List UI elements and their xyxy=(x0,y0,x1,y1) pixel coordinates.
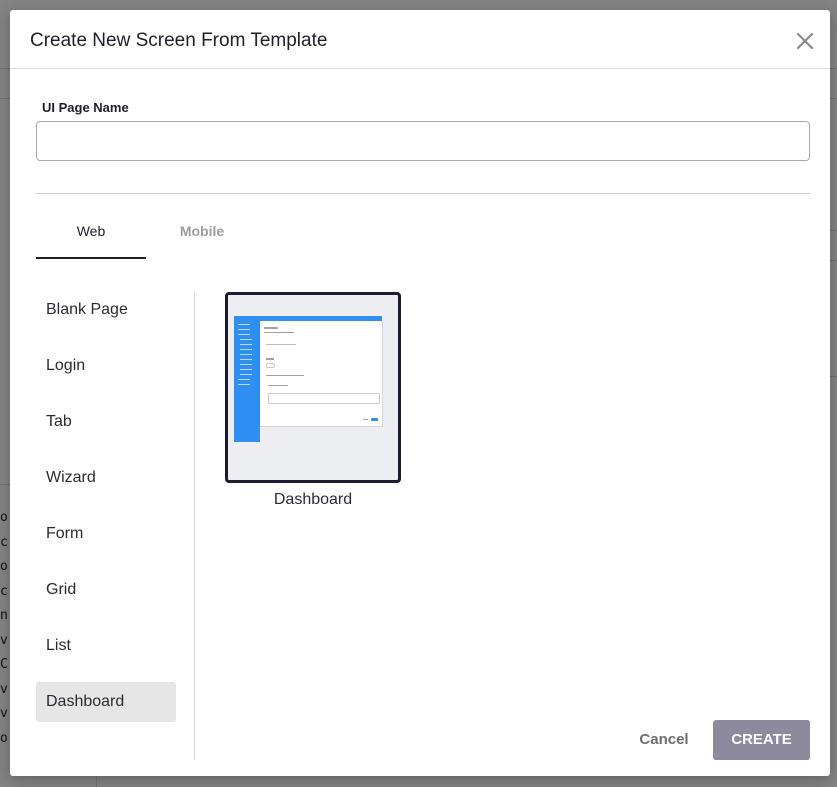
thumbnail-sidebar-item xyxy=(240,359,252,360)
dialog-title: Create New Screen From Template xyxy=(30,30,328,51)
thumbnail-sidebar-item xyxy=(240,369,252,370)
thumbnail-text-row xyxy=(266,375,304,376)
template-caption-dashboard: Dashboard xyxy=(273,491,353,508)
thumbnail-sidebar-item xyxy=(240,374,252,375)
close-icon[interactable] xyxy=(794,30,816,52)
dashboard-thumbnail xyxy=(228,295,398,480)
thumbnail-label xyxy=(266,358,274,360)
section-divider xyxy=(36,193,810,194)
tab-mobile[interactable]: Mobile xyxy=(147,217,257,259)
category-tab[interactable]: Tab xyxy=(36,402,176,442)
category-dashboard[interactable]: Dashboard xyxy=(36,682,176,722)
cancel-button[interactable]: Cancel xyxy=(628,721,700,759)
thumbnail-sidebar xyxy=(234,316,260,442)
thumbnail-sidebar-item xyxy=(240,339,252,340)
dialog-header: Create New Screen From Template xyxy=(10,10,830,69)
category-grid[interactable]: Grid xyxy=(36,570,176,610)
category-login[interactable]: Login xyxy=(36,346,176,386)
thumbnail-sidebar-item xyxy=(238,379,250,380)
thumbnail-card xyxy=(268,393,380,404)
thumbnail-sidebar-item xyxy=(238,329,250,330)
thumbnail-sidebar-item xyxy=(240,349,252,350)
template-card-dashboard[interactable] xyxy=(225,292,401,483)
thumbnail-sidebar-item xyxy=(238,384,250,385)
template-category-list: Blank Page Login Tab Wizard Form Grid Li… xyxy=(36,290,176,738)
create-button[interactable]: CREATE xyxy=(713,720,810,760)
thumbnail-tabs xyxy=(266,344,296,345)
create-screen-dialog: Create New Screen From Template UI Page … xyxy=(10,10,830,776)
tab-web[interactable]: Web xyxy=(36,217,146,259)
thumbnail-sidebar-item xyxy=(240,364,252,365)
category-divider xyxy=(194,291,195,760)
thumbnail-subtitle xyxy=(264,332,294,333)
category-blank-page[interactable]: Blank Page xyxy=(36,290,176,330)
page-name-label: UI Page Name xyxy=(42,100,129,115)
page-name-input[interactable] xyxy=(36,121,810,161)
category-wizard[interactable]: Wizard xyxy=(36,458,176,498)
thumbnail-sidebar-item xyxy=(240,344,252,345)
category-list[interactable]: List xyxy=(36,626,176,666)
thumbnail-cancel xyxy=(363,419,368,420)
thumbnail-sidebar-item xyxy=(240,354,252,355)
thumbnail-button xyxy=(371,418,378,421)
thumbnail-content-panel xyxy=(260,321,383,427)
thumbnail-text-row xyxy=(268,385,288,386)
thumbnail-sidebar-item xyxy=(238,334,250,335)
thumbnail-input xyxy=(266,363,275,368)
thumbnail-sidebar-item xyxy=(238,324,250,325)
thumbnail-heading xyxy=(264,327,278,329)
category-form[interactable]: Form xyxy=(36,514,176,554)
